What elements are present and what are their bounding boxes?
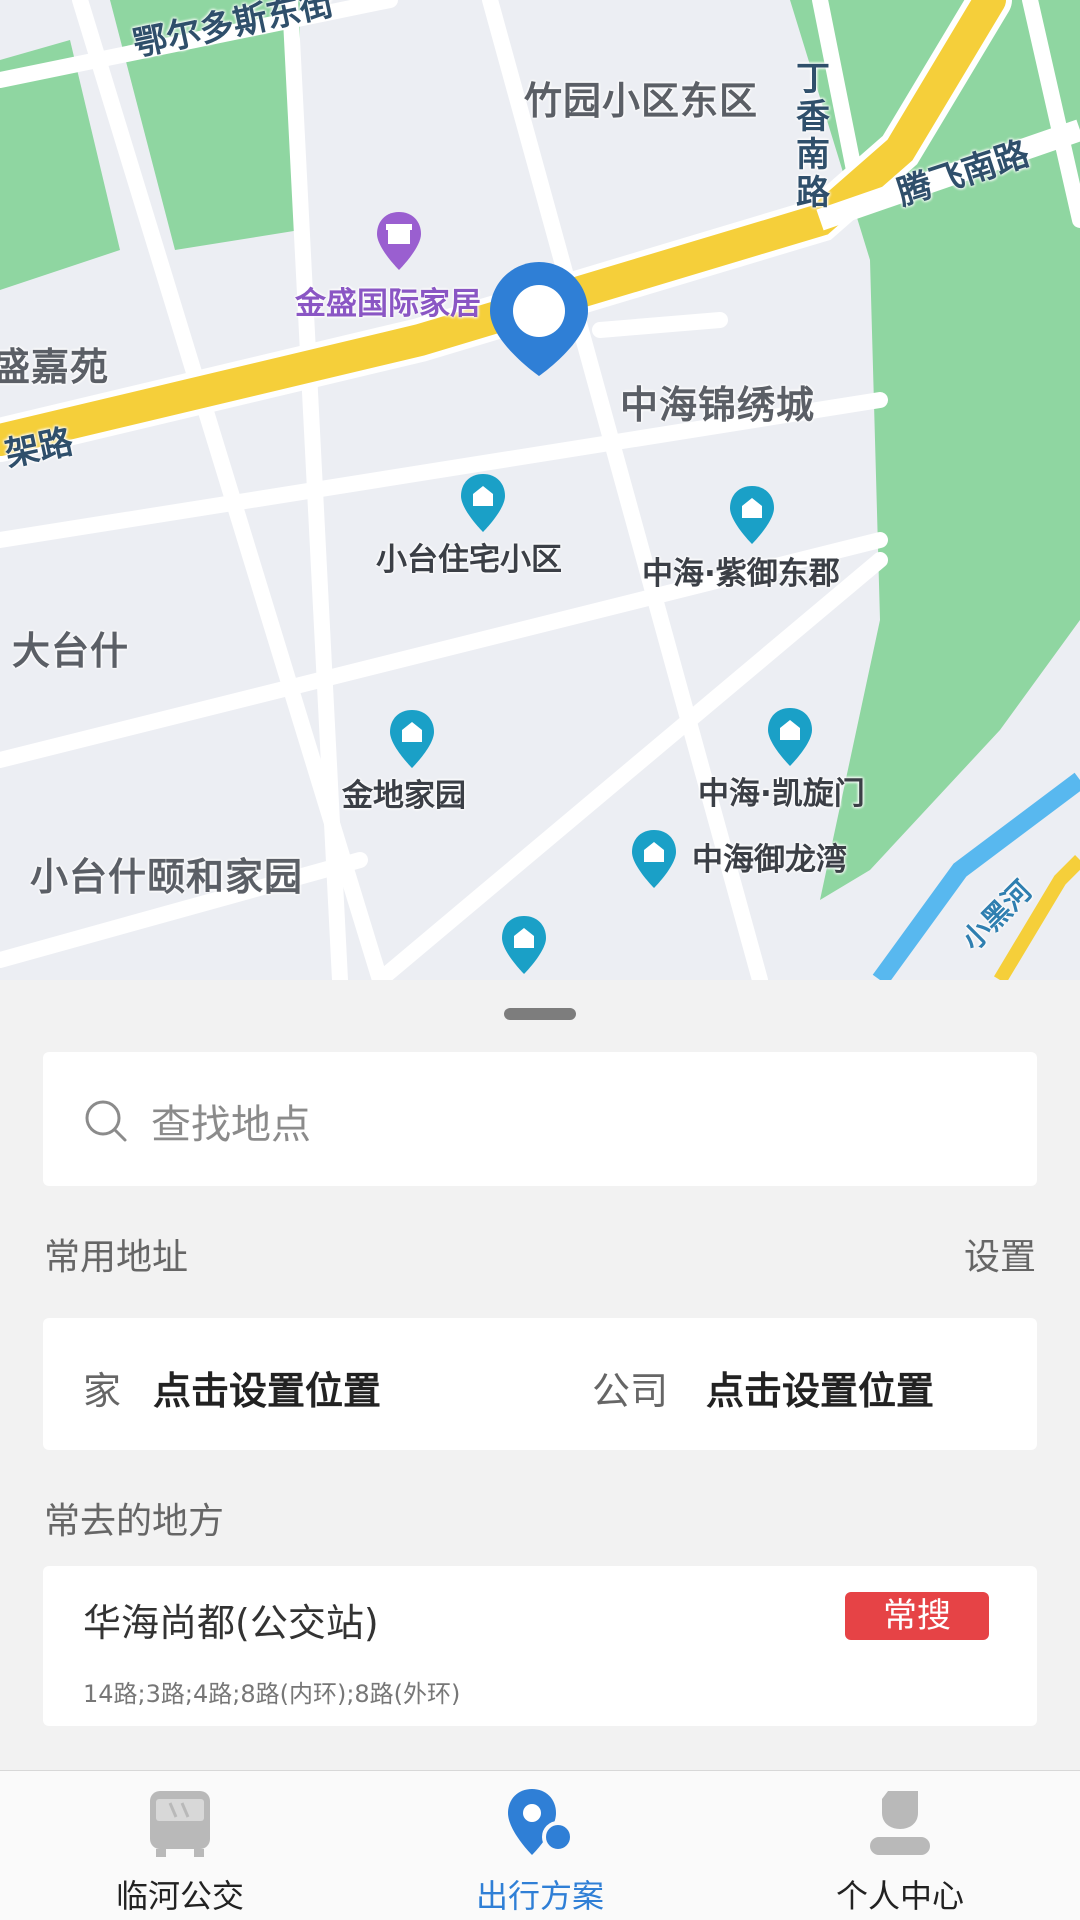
home-label: 家 <box>83 1369 122 1413</box>
map-label-jiayuan-partial: 盛嘉苑 <box>0 345 110 389</box>
home-address-item[interactable]: 家 点击设置位置 <box>43 1318 540 1450</box>
map-label-zhonghai-ziyu: 中海·紫御东郡 <box>642 556 840 592</box>
residential-poi-icon[interactable] <box>766 706 814 768</box>
search-input[interactable]: 查找地点 <box>43 1052 1037 1186</box>
tab-label: 临河公交 <box>115 1877 244 1915</box>
search-placeholder: 查找地点 <box>151 1102 311 1148</box>
map-view[interactable]: 鄂尔多斯东街 竹园小区东区 丁香南路 腾飞南路 金盛国际家居 盛嘉苑 架路 中海… <box>0 0 1080 980</box>
map-label-zhonghai-kaixuan: 中海·凯旋门 <box>698 776 865 812</box>
bus-icon <box>150 1791 210 1857</box>
list-item[interactable]: 华海尚都(公交站) 常搜 14路;3路;4路;8路(内环);8路(外环) <box>43 1566 1037 1726</box>
map-label-jinsheng-home: 金盛国际家居 <box>295 286 481 322</box>
place-name: 华海尚都(公交站) <box>83 1601 379 1645</box>
residential-poi-icon[interactable] <box>500 914 548 976</box>
residential-poi-icon[interactable] <box>459 472 507 534</box>
person-icon <box>870 1791 930 1855</box>
map-label-zhonghai-yulong: 中海御龙湾 <box>692 842 847 878</box>
app-root: 鄂尔多斯东街 竹园小区东区 丁香南路 腾飞南路 金盛国际家居 盛嘉苑 架路 中海… <box>0 0 1080 1920</box>
work-value: 点击设置位置 <box>706 1369 935 1413</box>
map-label-xiaotai-residential: 小台住宅小区 <box>376 542 562 578</box>
shop-poi-icon[interactable] <box>375 210 423 272</box>
work-address-item[interactable]: 公司 点击设置位置 <box>540 1318 1037 1450</box>
bottom-tab-bar: 临河公交 出行方案 个人中心 <box>0 1770 1080 1920</box>
common-addresses-card: 家 点击设置位置 公司 点击设置位置 <box>43 1318 1037 1450</box>
frequent-places-title: 常去的地方 <box>44 1501 225 1542</box>
tab-label: 个人中心 <box>835 1877 964 1915</box>
residential-poi-icon[interactable] <box>630 828 678 890</box>
work-label: 公司 <box>592 1369 669 1413</box>
tab-linhe-bus[interactable]: 临河公交 <box>0 1771 360 1920</box>
bottom-sheet[interactable]: 查找地点 常用地址 设置 家 点击设置位置 公司 点击设置位置 常去的地方 华海… <box>0 980 1080 1770</box>
tab-travel-plan[interactable]: 出行方案 <box>360 1771 720 1920</box>
tab-label: 出行方案 <box>475 1877 604 1915</box>
home-value: 点击设置位置 <box>153 1369 382 1413</box>
map-label-zhonghai-jinxiu: 中海锦绣城 <box>620 383 816 427</box>
place-bus-lines: 14路;3路;4路;8路(内环);8路(外环) <box>83 1680 461 1708</box>
map-canvas <box>0 0 1080 980</box>
settings-link[interactable]: 设置 <box>964 1228 1036 1280</box>
common-addresses-title: 常用地址 <box>44 1237 189 1278</box>
current-location-pin-icon[interactable] <box>486 258 592 380</box>
residential-poi-icon[interactable] <box>728 484 776 546</box>
tab-personal-center[interactable]: 个人中心 <box>720 1771 1080 1920</box>
drag-handle[interactable] <box>504 1008 576 1020</box>
map-label-jindi-jiayuan: 金地家园 <box>342 778 466 814</box>
frequent-search-badge: 常搜 <box>845 1592 989 1640</box>
map-label-dingxiang-south-road: 丁香南路 <box>796 59 830 213</box>
location-pin-icon <box>508 1789 574 1855</box>
search-icon <box>85 1100 127 1142</box>
map-label-xiaotaishi-yihe: 小台什颐和家园 <box>30 855 304 899</box>
map-label-datai-shi: 大台什 <box>12 629 130 673</box>
residential-poi-icon[interactable] <box>388 708 436 770</box>
map-label-zhuyuan-east: 竹园小区东区 <box>524 79 759 123</box>
